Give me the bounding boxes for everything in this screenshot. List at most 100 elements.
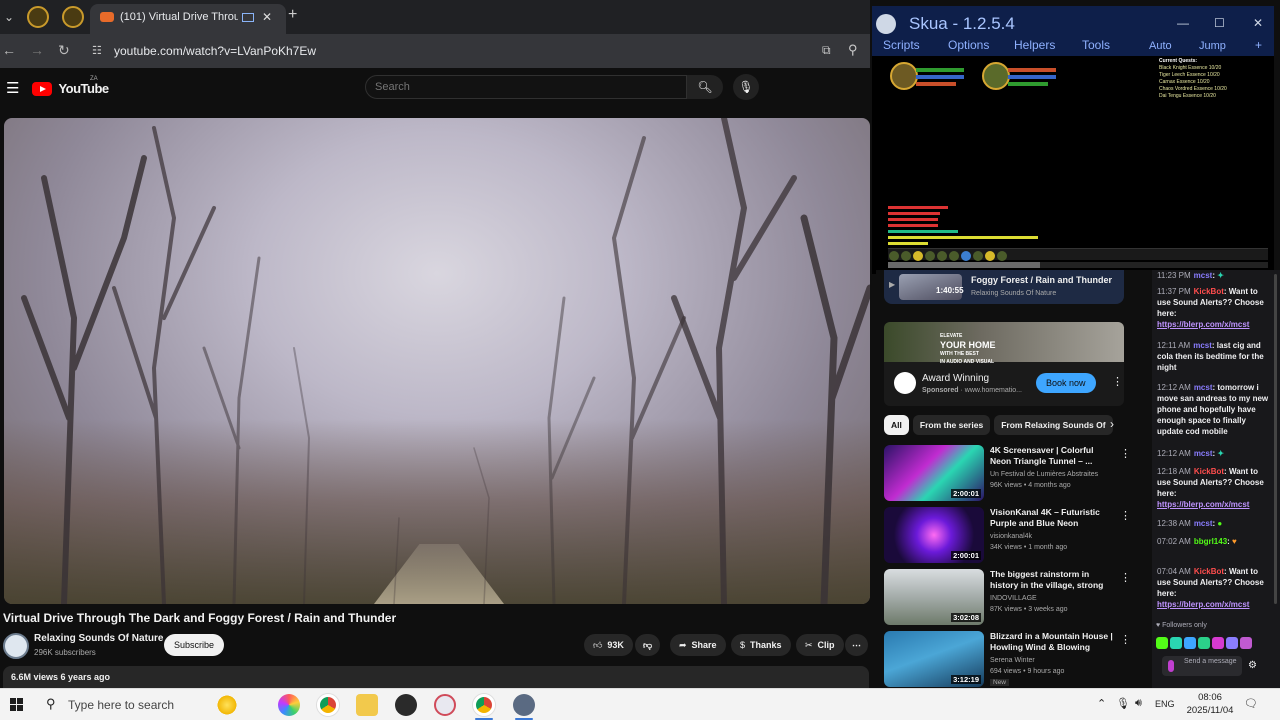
now-playing-item[interactable]: ▶ 1:40:55 Foggy Forest / Rain and Thunde… — [884, 270, 1124, 304]
like-button[interactable]: 👍︎ 93K — [584, 634, 633, 656]
more-icon[interactable]: ⋮ — [1120, 447, 1131, 460]
menu-auto[interactable]: Auto — [1149, 40, 1172, 52]
obs-icon[interactable] — [395, 694, 417, 716]
menu-tools[interactable]: Tools — [1082, 38, 1110, 52]
chat-link[interactable]: https://blerp.com/x/mcst — [1157, 500, 1249, 509]
menu-options[interactable]: Options — [948, 38, 989, 52]
thanks-button[interactable]: $ Thanks — [731, 634, 791, 656]
skill-slot[interactable] — [925, 251, 935, 261]
recommended-video[interactable]: 3:12:19 Blizzard in a Mountain House | H… — [884, 631, 1132, 688]
chat-username[interactable]: mcst — [1194, 519, 1213, 528]
add-icon[interactable]: + — [1255, 38, 1262, 52]
more-icon[interactable]: ⋮ — [1120, 509, 1131, 522]
chat-scrollbar[interactable] — [1274, 274, 1277, 604]
skill-slot[interactable] — [997, 251, 1007, 261]
chat-link[interactable]: https://blerp.com/x/mcst — [1157, 600, 1249, 609]
search-button[interactable]: 🔍︎ — [687, 75, 723, 99]
forward-button[interactable]: → — [30, 42, 44, 58]
skill-slot[interactable] — [913, 251, 923, 261]
emote-icon[interactable] — [1226, 637, 1238, 649]
chip-series[interactable]: From the series — [912, 415, 991, 435]
more-icon[interactable]: ⋮ — [1120, 633, 1131, 646]
zoom-icon[interactable]: ⚲ — [848, 42, 858, 58]
microphone-icon[interactable]: 🎙︎ — [1116, 697, 1130, 710]
clip-button[interactable]: ✂ Clip — [796, 634, 844, 656]
skill-slot[interactable] — [985, 251, 995, 261]
sparkle-app-icon[interactable] — [216, 694, 238, 716]
recommended-video[interactable]: 2:00:01 VisionKanal 4K – Futuristic Purp… — [884, 507, 1132, 565]
maximize-button[interactable]: ☐ — [1214, 16, 1225, 30]
video-player[interactable] — [4, 118, 870, 604]
emote-icon[interactable] — [1170, 637, 1182, 649]
tab-active[interactable]: (101) Virtual Drive Through ✕ — [90, 4, 286, 34]
windows-start-icon[interactable] — [10, 698, 24, 712]
skill-slot[interactable] — [973, 251, 983, 261]
channel-avatar[interactable] — [3, 633, 29, 659]
description-box[interactable]: 6.6M views 6 years ago — [3, 666, 869, 688]
dislike-button[interactable]: 👎︎ — [635, 634, 661, 656]
reload-button[interactable]: ↻ — [58, 42, 70, 59]
pinned-tab-1[interactable] — [27, 6, 49, 28]
tab-close-icon[interactable]: ✕ — [262, 10, 272, 24]
pinned-tab-2[interactable] — [62, 6, 84, 28]
emote-icon[interactable] — [1156, 637, 1168, 649]
channel-name[interactable]: Relaxing Sounds Of Nature — [34, 633, 163, 644]
speaker-icon[interactable]: 🔊︎ — [1135, 697, 1142, 710]
menu-jump[interactable]: Jump — [1199, 40, 1226, 52]
recommended-video[interactable]: 2:00:01 4K Screensaver | Colorful Neon T… — [884, 445, 1132, 503]
youtube-logo[interactable]: YouTube ZA — [32, 76, 109, 98]
skill-slot[interactable] — [937, 251, 947, 261]
new-tab-button[interactable]: + — [288, 6, 297, 24]
more-icon[interactable]: ⋮ — [1120, 571, 1131, 584]
book-now-button[interactable]: Book now — [1036, 373, 1096, 393]
chat-username[interactable]: mcst — [1194, 271, 1213, 280]
chat-username[interactable]: mcst — [1194, 449, 1213, 458]
chip-channel[interactable]: From Relaxing Sounds Of — [994, 415, 1113, 435]
copilot-icon[interactable] — [278, 694, 300, 716]
system-clock[interactable]: 08:06 2025/11/04 — [1180, 691, 1240, 717]
emote-icon[interactable] — [1184, 637, 1196, 649]
skill-slot[interactable] — [889, 251, 899, 261]
chat-username[interactable]: KickBot — [1194, 287, 1224, 296]
site-info-icon[interactable]: ☷ — [92, 44, 102, 57]
chat-username[interactable]: KickBot — [1194, 467, 1224, 476]
skua-taskbar-icon[interactable] — [513, 694, 535, 716]
chat-username[interactable]: bbgrl143 — [1194, 537, 1227, 546]
chat-username[interactable]: mcst — [1194, 383, 1213, 392]
skill-slot[interactable] — [949, 251, 959, 261]
chat-input[interactable]: Send a message — [1162, 656, 1242, 676]
chat-username[interactable]: mcst — [1193, 341, 1212, 350]
chrome-icon[interactable] — [317, 694, 339, 716]
address-bar[interactable]: ☷ youtube.com/watch?v=LVanPoKh7Ew ⧉ ⚲ — [86, 38, 866, 64]
notifications-icon[interactable]: 🗨︎ — [1244, 697, 1258, 710]
search-input[interactable] — [375, 81, 675, 93]
menu-helpers[interactable]: Helpers — [1014, 38, 1055, 52]
chevron-right-icon[interactable]: › — [1110, 417, 1114, 431]
skill-hotbar[interactable] — [888, 248, 1268, 261]
emote-icon[interactable] — [1240, 637, 1252, 649]
game-view[interactable]: Current Quests: Black Knight Essence 10/… — [872, 56, 1274, 274]
chat-settings-icon[interactable]: ⚙ — [1248, 660, 1257, 671]
install-icon[interactable]: ⧉ — [822, 43, 831, 58]
back-button[interactable]: ← — [2, 42, 16, 58]
emote-icon[interactable] — [1198, 637, 1210, 649]
tray-overflow-icon[interactable]: ⌃ — [1097, 697, 1106, 710]
file-explorer-icon[interactable] — [356, 694, 378, 716]
emote-icon[interactable] — [1212, 637, 1224, 649]
chat-username[interactable]: KickBot — [1194, 567, 1224, 576]
recommended-video[interactable]: 3:02:08 The biggest rainstorm in history… — [884, 569, 1132, 627]
menu-scripts[interactable]: Scripts — [883, 38, 920, 52]
snipping-tool-icon[interactable] — [434, 694, 456, 716]
menu-icon[interactable]: ☰ — [6, 79, 19, 97]
close-button[interactable]: ✕ — [1253, 16, 1263, 30]
sponsored-ad[interactable]: ELEVATE YOUR HOME WITH THE BEST IN AUDIO… — [884, 322, 1124, 406]
voice-search-button[interactable]: 🎙︎ — [733, 74, 759, 100]
chrome-profile-icon[interactable] — [473, 694, 495, 716]
chat-link[interactable]: https://blerp.com/x/mcst — [1157, 320, 1249, 329]
share-button[interactable]: ➦ Share — [670, 634, 726, 656]
minimize-button[interactable]: — — [1177, 16, 1189, 30]
more-actions-button[interactable]: ⋯ — [845, 634, 868, 656]
skill-slot[interactable] — [961, 251, 971, 261]
subscribe-button[interactable]: Subscribe — [164, 634, 225, 656]
skill-slot[interactable] — [901, 251, 911, 261]
